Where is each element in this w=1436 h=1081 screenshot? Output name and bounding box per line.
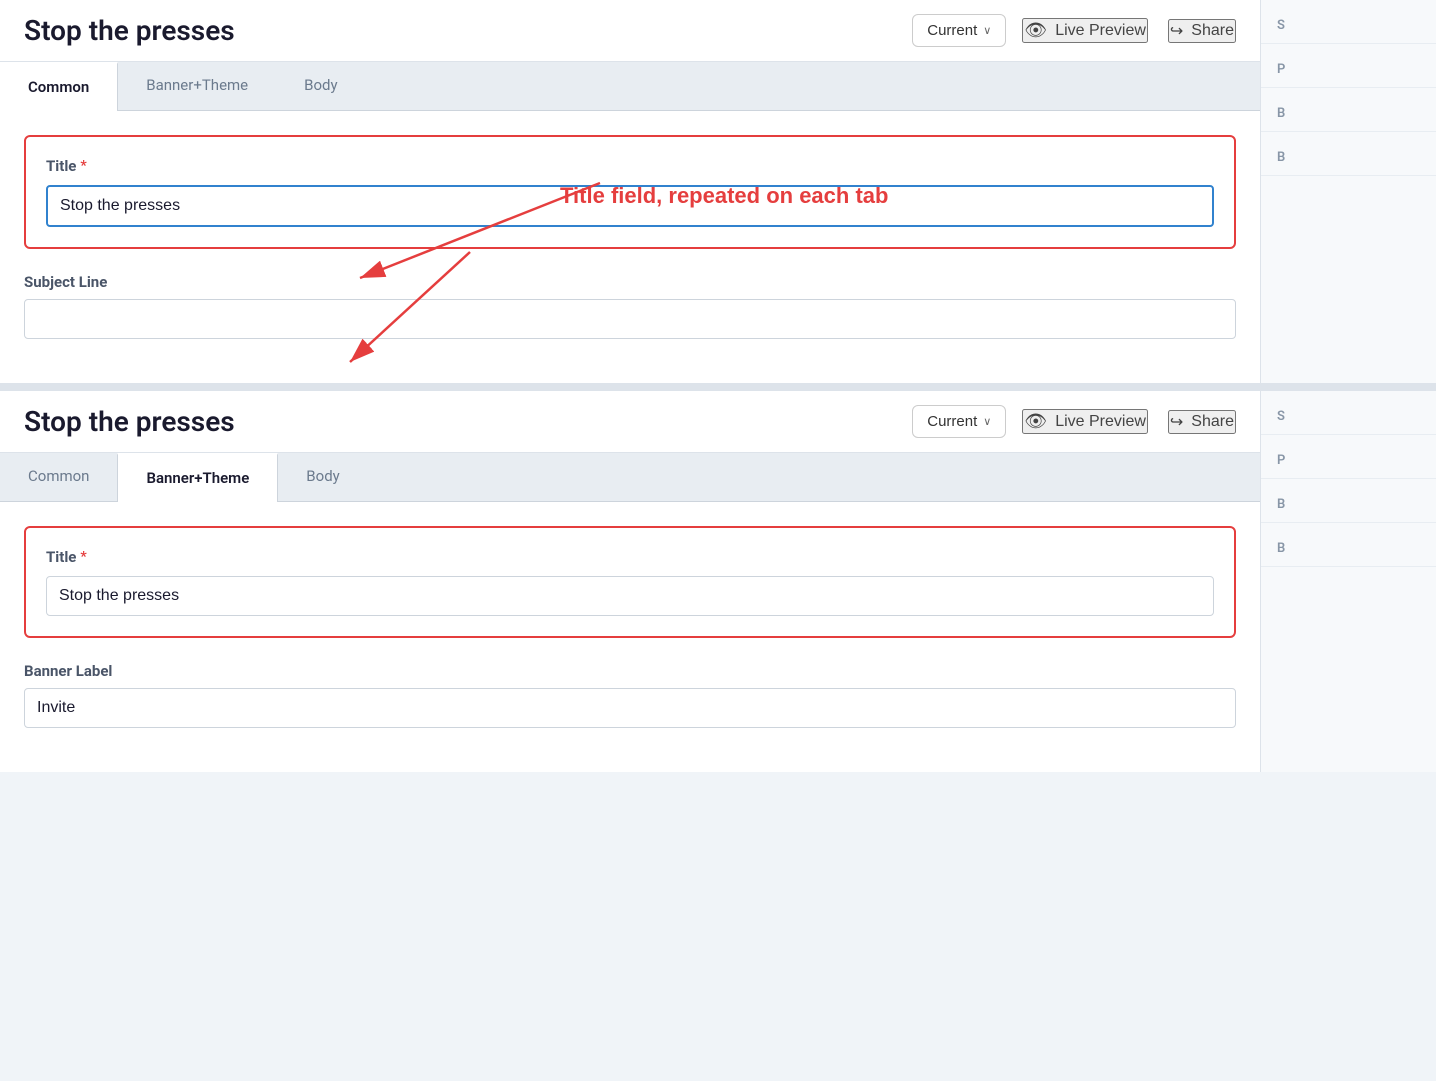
panel2-title: Stop the presses <box>24 405 896 438</box>
subject-line-field-1: Subject Line <box>24 273 1236 339</box>
share-icon-2: ↪ <box>1170 412 1183 432</box>
panel1-sidebar: S P B B <box>1260 0 1436 383</box>
subject-line-input-1[interactable] <box>24 299 1236 339</box>
version-dropdown-1[interactable]: Current ∨ <box>912 14 1006 47</box>
live-preview-label-1: Live Preview <box>1055 22 1146 40</box>
share-button-1[interactable]: ↪ Share <box>1168 19 1236 43</box>
eye-icon-1: 👁 <box>1024 20 1047 41</box>
panel1-title: Stop the presses <box>24 14 896 47</box>
side-item-p: P <box>1261 44 1436 88</box>
side-item-p2: P <box>1261 435 1436 479</box>
header-actions-1: 👁 Live Preview ↪ Share <box>1022 18 1236 43</box>
side-item-s: S <box>1261 0 1436 44</box>
panel1-header: Stop the presses Current ∨ 👁 Live Previe… <box>0 0 1260 62</box>
tab-body-2[interactable]: Body <box>278 453 367 501</box>
side-item-b1: B <box>1261 88 1436 132</box>
panel2-sidebar: S P B B <box>1260 391 1436 772</box>
version-label-2: Current <box>927 413 977 430</box>
title-field-label-1: Title * <box>46 157 1214 175</box>
live-preview-button-1[interactable]: 👁 Live Preview <box>1022 18 1148 43</box>
title-section-2: Title * <box>24 526 1236 638</box>
title-input-2[interactable] <box>46 576 1214 616</box>
tab-banner-theme-2[interactable]: Banner+Theme <box>117 453 278 502</box>
required-star-1: * <box>80 158 86 174</box>
header-actions-2: 👁 Live Preview ↪ Share <box>1022 409 1236 434</box>
chevron-icon-2: ∨ <box>983 415 991 428</box>
side-item-s2: S <box>1261 391 1436 435</box>
panel2-header: Stop the presses Current ∨ 👁 Live Previe… <box>0 391 1260 453</box>
bottom-panel-row: Stop the presses Current ∨ 👁 Live Previe… <box>0 391 1436 772</box>
share-label-1: Share <box>1191 22 1234 40</box>
share-button-2[interactable]: ↪ Share <box>1168 410 1236 434</box>
side-item-b3: B <box>1261 479 1436 523</box>
banner-label-input[interactable] <box>24 688 1236 728</box>
version-dropdown-2[interactable]: Current ∨ <box>912 405 1006 438</box>
banner-label-field: Banner Label <box>24 662 1236 728</box>
annotation-text-top: Title field, repeated on each tab <box>560 183 888 209</box>
tab-bar-2: Common Banner+Theme Body <box>0 453 1260 502</box>
panel2-main: Stop the presses Current ∨ 👁 Live Previe… <box>0 391 1260 772</box>
tab-common-1[interactable]: Common <box>0 62 118 111</box>
banner-label-label: Banner Label <box>24 662 1236 680</box>
side-item-b2: B <box>1261 132 1436 176</box>
title-field-label-2: Title * <box>46 548 1214 566</box>
share-label-2: Share <box>1191 413 1234 431</box>
eye-icon-2: 👁 <box>1024 411 1047 432</box>
live-preview-label-2: Live Preview <box>1055 413 1146 431</box>
live-preview-button-2[interactable]: 👁 Live Preview <box>1022 409 1148 434</box>
subject-line-label-1: Subject Line <box>24 273 1236 291</box>
tab-body-1[interactable]: Body <box>276 62 365 110</box>
tab-banner-theme-1[interactable]: Banner+Theme <box>118 62 276 110</box>
chevron-icon-1: ∨ <box>983 24 991 37</box>
version-label-1: Current <box>927 22 977 39</box>
tab-bar-1: Common Banner+Theme Body <box>0 62 1260 111</box>
side-item-b4: B <box>1261 523 1436 567</box>
required-star-2: * <box>80 549 86 565</box>
tab-common-2[interactable]: Common <box>0 453 117 501</box>
panel-divider <box>0 383 1436 391</box>
panel1-content: Title * Subject Line <box>0 111 1260 383</box>
share-icon-1: ↪ <box>1170 21 1183 41</box>
panel2-content: Title * Banner Label <box>0 502 1260 772</box>
